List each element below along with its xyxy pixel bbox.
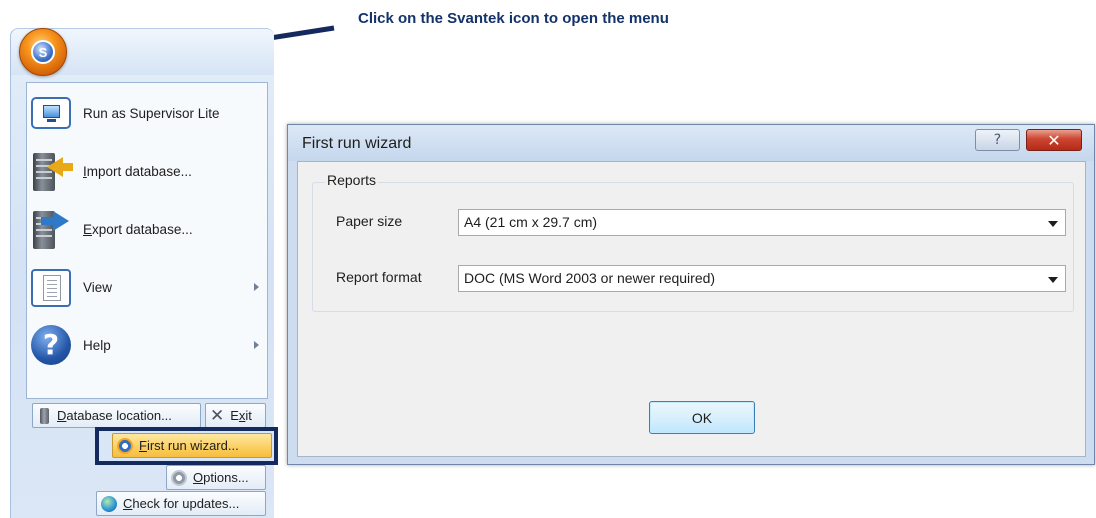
options-button[interactable]: Options... [166,465,266,490]
dialog-close-button[interactable]: ✕ [1026,129,1082,151]
svantek-menu-button[interactable]: S [19,28,67,76]
globe-search-icon [101,495,117,512]
menu-item-import-database[interactable]: Import database... [27,143,267,199]
button-label: Exit [230,408,252,423]
button-label: Options... [193,470,249,485]
ok-button[interactable]: OK [649,401,755,434]
menu-item-label: Export database... [83,221,193,237]
monitor-icon [29,91,79,135]
menu-item-export-database[interactable]: Export database... [27,201,267,257]
first-run-wizard-dialog: First run wizard ? ✕ Reports Paper size … [287,124,1095,465]
help-icon: ? [29,323,79,367]
menu-item-label: Import database... [83,163,192,179]
group-label: Reports [325,172,379,188]
close-icon: ✕ [210,405,225,426]
close-icon: ✕ [1047,130,1061,150]
dialog-titlebar: First run wizard ? ✕ [288,125,1094,161]
chevron-down-icon [1048,277,1058,283]
dialog-help-button[interactable]: ? [975,129,1020,151]
check-for-updates-button[interactable]: Check for updates... [96,491,266,516]
submenu-arrow-icon [254,341,259,349]
document-view-icon [29,265,79,309]
submenu-arrow-icon [254,283,259,291]
chevron-down-icon [1048,221,1058,227]
highlight-box [95,427,278,465]
menu-item-label: View [83,279,113,295]
exit-button[interactable]: ✕ Exit [205,403,266,428]
database-icon [40,407,49,424]
paper-size-label: Paper size [336,213,403,229]
database-location-button[interactable]: Database location... [32,403,201,428]
report-format-select[interactable]: DOC (MS Word 2003 or newer required) [458,265,1066,292]
menu-item-label: Run as Supervisor Lite [83,105,220,121]
menu-item-help[interactable]: ? Help [27,317,267,373]
menu-item-run-as-supervisor-lite[interactable]: Run as Supervisor Lite [27,85,267,141]
reports-group: Reports Paper size A4 (21 cm x 29.7 cm) … [312,172,1074,312]
server-export-icon [29,207,79,251]
menu-list: Run as Supervisor Lite Import database..… [26,82,268,399]
report-format-label: Report format [336,269,422,285]
button-label: Database location... [57,408,172,423]
paper-size-select[interactable]: A4 (21 cm x 29.7 cm) [458,209,1066,236]
paper-size-value: A4 (21 cm x 29.7 cm) [464,214,598,230]
report-format-value: DOC (MS Word 2003 or newer required) [464,270,716,286]
dialog-title: First run wizard [302,135,412,152]
gear-icon [171,469,187,486]
menu-item-label: Help [83,337,111,353]
button-label: Check for updates... [123,496,240,511]
server-import-icon [29,149,79,193]
svantek-logo-icon: S [31,40,55,64]
dialog-client-area: Reports Paper size A4 (21 cm x 29.7 cm) … [297,161,1086,457]
question-mark-icon: ? [993,132,1002,148]
menu-item-view[interactable]: View [27,259,267,315]
